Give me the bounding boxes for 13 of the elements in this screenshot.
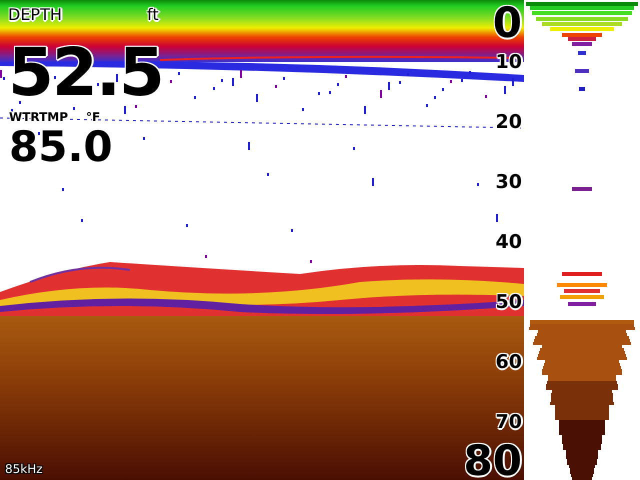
depth-label: DEPTH [8, 7, 62, 23]
water-temp-unit: °F [86, 111, 100, 123]
water-temp-label: WTRTMP [9, 111, 68, 123]
depth-scale-label: 0 [492, 2, 522, 44]
frequency-label: 85kHz [5, 463, 43, 475]
depth-scale-label: 20 [496, 113, 522, 132]
depth-unit: ft [147, 7, 159, 23]
depth-scale-label: 60 [496, 353, 522, 372]
depth-scale-label: 70 [496, 413, 522, 432]
water-temp-value: 85.0 [9, 126, 113, 168]
depth-scale-label: 80 [464, 440, 522, 480]
depth-scale-label: 30 [496, 173, 522, 192]
depth-scale-label: 40 [496, 233, 522, 252]
